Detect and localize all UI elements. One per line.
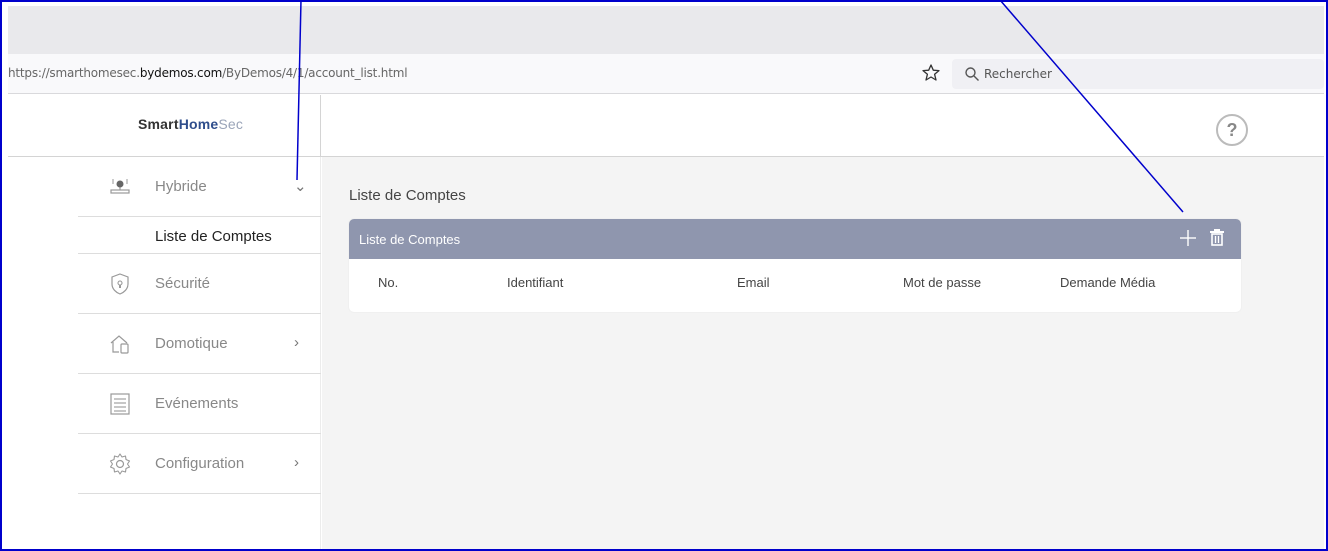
column-header-no: No. <box>378 275 399 290</box>
sidebar-item-label: Domotique <box>155 335 228 352</box>
chevron-right-icon: › <box>294 454 299 471</box>
page-title: Liste de Comptes <box>349 187 466 204</box>
add-icon[interactable] <box>1178 228 1198 248</box>
search-placeholder: Rechercher <box>984 67 1052 81</box>
column-header-identifiant: Identifiant <box>507 275 564 290</box>
chevron-down-icon: ⌄ <box>294 178 307 195</box>
sidebar-item-configuration[interactable]: Configuration › <box>78 434 321 494</box>
sidebar-item-label: Hybride <box>155 178 207 195</box>
trash-icon[interactable] <box>1209 228 1225 248</box>
sidebar: Hybride ⌄ Liste de Comptes Sécurité Domo… <box>78 157 321 551</box>
panel-title: Liste de Comptes <box>359 232 461 247</box>
bookmark-star-icon[interactable] <box>921 63 941 83</box>
sidebar-item-hybride[interactable]: Hybride ⌄ <box>78 157 321 217</box>
hybrid-device-icon <box>110 179 130 194</box>
sidebar-item-securite[interactable]: Sécurité <box>78 254 321 314</box>
column-header-email: Email <box>737 275 770 290</box>
browser-tab-strip <box>8 6 1324 54</box>
app-header: SmartHomeSec ? <box>8 95 1324 157</box>
browser-address-bar: https://smarthomesec.bydemos.com/ByDemos… <box>8 54 1324 94</box>
accounts-panel: Liste de Comptes No. Identifiant Email M… <box>349 219 1241 312</box>
sidebar-subitem-label: Liste de Comptes <box>155 228 272 245</box>
home-automation-icon <box>110 335 129 354</box>
sidebar-item-label: Configuration <box>155 455 245 472</box>
sidebar-subitem-liste-de-comptes[interactable]: Liste de Comptes <box>78 217 321 254</box>
event-list-icon <box>110 393 130 415</box>
sidebar-item-domotique[interactable]: Domotique › <box>78 314 321 374</box>
sidebar-item-label: Evénements <box>155 395 239 412</box>
gear-icon <box>109 453 131 475</box>
column-header-demande-media: Demande Média <box>1060 275 1156 290</box>
url-field[interactable]: https://smarthomesec.bydemos.com/ByDemos… <box>8 66 408 80</box>
sidebar-item-evenements[interactable]: Evénements <box>78 374 321 434</box>
chevron-right-icon: › <box>294 334 299 351</box>
magnifier-icon <box>965 67 979 81</box>
panel-header: Liste de Comptes <box>349 219 1241 259</box>
logo-area: SmartHomeSec <box>8 95 321 157</box>
shield-icon <box>111 273 129 295</box>
column-header-mot-de-passe: Mot de passe <box>903 275 982 290</box>
browser-search-box[interactable]: Rechercher <box>952 59 1324 89</box>
sidebar-item-label: Sécurité <box>155 275 211 292</box>
app-logo[interactable]: SmartHomeSec <box>138 116 243 132</box>
help-icon[interactable]: ? <box>1216 114 1248 146</box>
content-area <box>322 157 1324 551</box>
